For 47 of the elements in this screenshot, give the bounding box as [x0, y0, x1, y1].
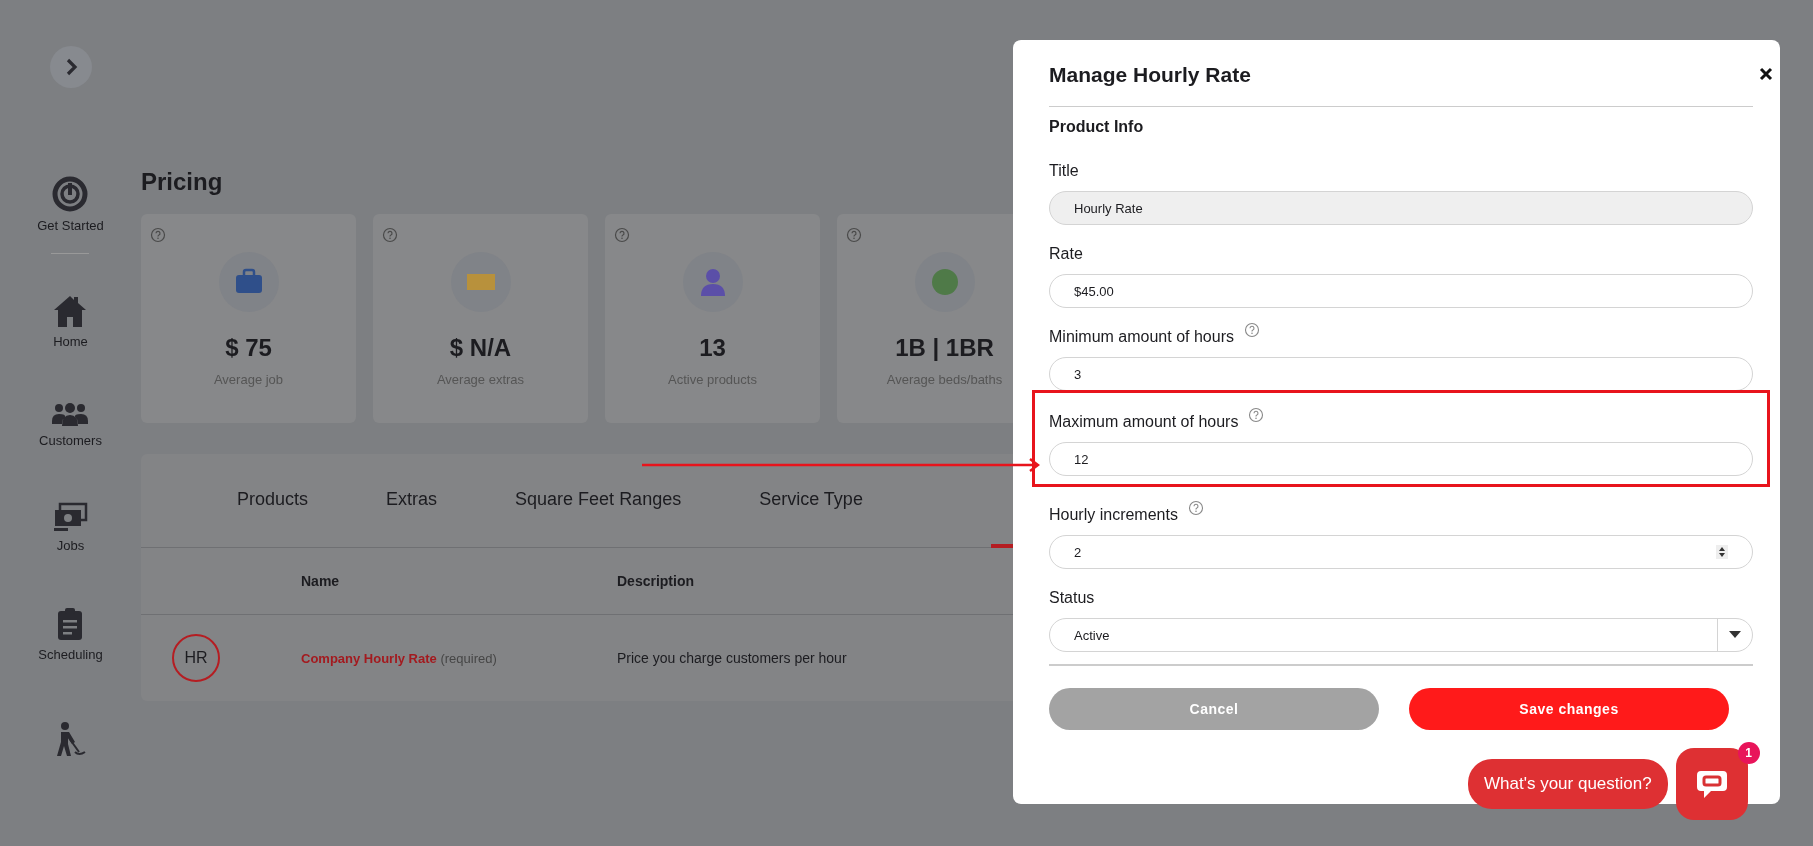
- tab[interactable]: Extras: [386, 488, 438, 513]
- page-title: Pricing: [141, 168, 223, 196]
- tab[interactable]: Service Type: [759, 488, 863, 513]
- table-cell: Price you charge customers per hour: [617, 650, 847, 666]
- help-icon: [150, 227, 166, 243]
- column-header: Name: [301, 573, 341, 589]
- chat-button[interactable]: [1675, 748, 1748, 820]
- chat-icon: [1694, 768, 1729, 800]
- close-icon: [1759, 66, 1773, 81]
- cancel-button[interactable]: Cancel: [1049, 687, 1379, 730]
- tab[interactable]: Square Feet Ranges: [515, 488, 682, 513]
- initials-avatar: HR: [172, 634, 220, 682]
- sidebar-item[interactable]: Scheduling: [38, 607, 103, 662]
- modal-title: Manage Hourly Rate: [1049, 63, 1251, 87]
- spinner-arrows-icon[interactable]: [1716, 545, 1728, 559]
- help-icon: [614, 227, 630, 243]
- help-icon[interactable]: [1248, 407, 1265, 423]
- stat-value: $ N/A: [449, 334, 512, 362]
- stat-value: $ 75: [225, 334, 272, 362]
- field-label: Rate: [1049, 245, 1083, 263]
- clipboard-icon: [56, 607, 85, 641]
- field-label: Hourly increments: [1049, 506, 1178, 524]
- help-icon[interactable]: [1243, 322, 1260, 338]
- stat-value: 13: [699, 334, 726, 362]
- chat-prompt-bubble[interactable]: What's your question?: [1468, 759, 1668, 809]
- expand-button[interactable]: [49, 46, 92, 88]
- field-label: Minimum amount of hours: [1049, 328, 1234, 346]
- help-icon[interactable]: [1187, 500, 1204, 516]
- people-icon: [52, 403, 89, 427]
- cash-stack-icon: [52, 502, 89, 532]
- help-icon: [846, 227, 862, 243]
- field-label: Title: [1049, 162, 1079, 180]
- sidebar-item[interactable]: Home: [52, 294, 89, 349]
- power-icon: [52, 176, 89, 212]
- tab[interactable]: Products: [237, 488, 309, 513]
- field-label: Maximum amount of hours: [1049, 413, 1239, 431]
- column-header: Description: [617, 573, 694, 589]
- save-button[interactable]: Save changes: [1409, 687, 1729, 730]
- product-name-link[interactable]: Company Hourly Rate (required): [301, 650, 617, 666]
- caret-down-icon: [1729, 631, 1741, 639]
- sidebar-item[interactable]: Get Started: [37, 176, 104, 233]
- section-heading: Product Info: [1049, 118, 1145, 136]
- sidebar-item[interactable]: Jobs: [52, 502, 89, 553]
- help-icon: [382, 227, 398, 243]
- field-label: Status: [1049, 589, 1095, 607]
- stat-value: 1B | 1BR: [895, 334, 994, 362]
- sidebar-item[interactable]: Customers: [39, 403, 102, 448]
